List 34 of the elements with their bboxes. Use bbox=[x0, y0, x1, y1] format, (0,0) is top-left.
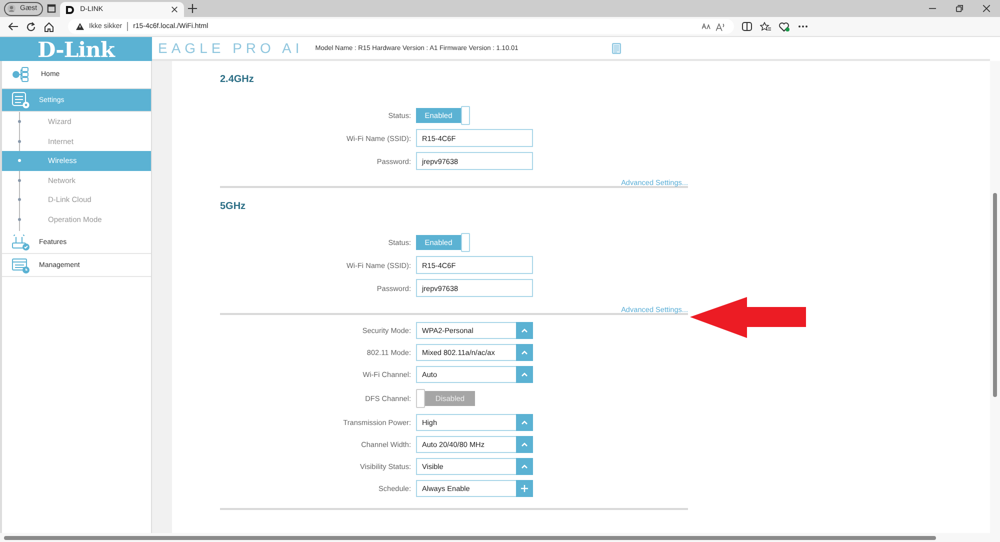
reload-icon[interactable] bbox=[26, 22, 36, 32]
plus-icon bbox=[521, 485, 528, 492]
router-icon bbox=[12, 234, 30, 250]
tab-actions-icon[interactable] bbox=[47, 4, 56, 13]
more-icon[interactable] bbox=[798, 25, 808, 28]
brand-logo: EAGLE PRO AI bbox=[158, 40, 304, 56]
favorites-icon[interactable] bbox=[760, 22, 771, 32]
section-heading: 5GHz bbox=[220, 201, 247, 213]
close-icon[interactable] bbox=[983, 5, 990, 12]
new-tab-icon[interactable] bbox=[188, 4, 198, 13]
heart-icon[interactable] bbox=[779, 22, 790, 32]
caret-icon bbox=[521, 442, 528, 447]
split-screen-icon[interactable] bbox=[742, 22, 752, 31]
read-aloud-icon[interactable] bbox=[716, 22, 726, 30]
warning-icon bbox=[76, 23, 84, 30]
caret-icon bbox=[521, 372, 528, 377]
logo: D-Link bbox=[0, 37, 152, 61]
caret-icon bbox=[521, 420, 528, 425]
horizontal-scrollbar[interactable] bbox=[4, 536, 936, 540]
section-heading: 2.4GHz bbox=[220, 74, 255, 86]
translate-icon[interactable] bbox=[702, 23, 711, 30]
back-icon[interactable] bbox=[8, 22, 18, 31]
caret-icon bbox=[521, 328, 528, 333]
close-icon[interactable] bbox=[171, 6, 178, 13]
restore-icon[interactable] bbox=[956, 5, 963, 12]
minimize-icon[interactable] bbox=[929, 5, 936, 12]
calendar-icon bbox=[12, 256, 30, 274]
settings-icon bbox=[12, 92, 30, 108]
vertical-scrollbar[interactable] bbox=[990, 61, 1000, 533]
caret-icon bbox=[521, 464, 528, 469]
caret-icon bbox=[521, 350, 528, 355]
home-icon[interactable] bbox=[44, 22, 54, 32]
favicon-icon bbox=[66, 6, 74, 14]
avatar-icon bbox=[7, 4, 16, 13]
